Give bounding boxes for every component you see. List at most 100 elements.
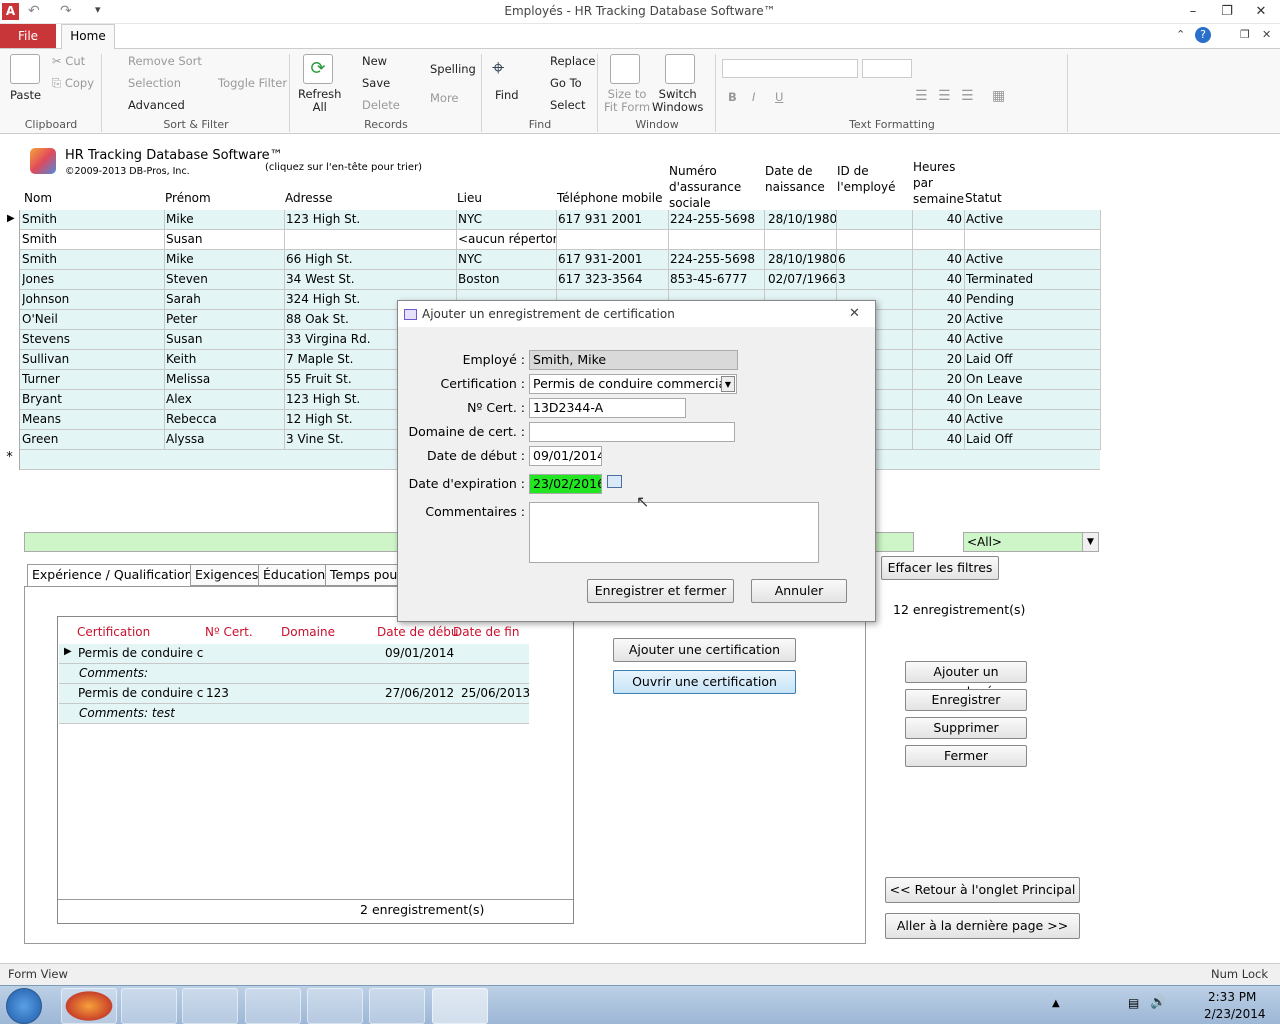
col-header-lieu[interactable]: Lieu: [457, 191, 482, 205]
align-left-icon[interactable]: ☰: [915, 88, 928, 104]
cell-prenom[interactable]: Mike: [166, 212, 284, 226]
dropdown-arrow-icon[interactable]: ▼: [721, 376, 735, 392]
cell-prenom[interactable]: Mike: [166, 252, 284, 266]
italic-button[interactable]: I: [752, 90, 755, 104]
cell-heures[interactable]: 20: [914, 352, 962, 366]
save-and-close-button[interactable]: Enregistrer et fermer: [587, 579, 734, 603]
expiration-date-field[interactable]: 23/02/2016: [529, 474, 602, 494]
row-selector[interactable]: [0, 390, 20, 410]
cell-heures[interactable]: 40: [914, 392, 962, 406]
col-header-prenom[interactable]: Prénom: [165, 191, 211, 205]
refresh-icon[interactable]: ⟳: [303, 54, 333, 84]
col-header-id[interactable]: ID de l'employé: [837, 163, 895, 195]
media-player-icon[interactable]: [182, 988, 238, 1024]
cell-prenom[interactable]: Peter: [166, 312, 284, 326]
col-header-heures[interactable]: Heures par semaine: [913, 159, 964, 207]
volume-icon[interactable]: 🔊: [1150, 995, 1166, 1010]
dialog-close-icon[interactable]: ✕: [849, 306, 860, 321]
cell-nom[interactable]: Turner: [22, 372, 162, 386]
clock-date[interactable]: 2/23/2014: [1204, 1007, 1266, 1021]
switch-windows-icon[interactable]: [665, 54, 695, 84]
cell-statut[interactable]: Laid Off: [966, 352, 1099, 366]
cell-prenom[interactable]: Keith: [166, 352, 284, 366]
align-center-icon[interactable]: ☰: [938, 88, 951, 104]
cell-statut[interactable]: Active: [966, 312, 1099, 326]
tab-file[interactable]: File: [0, 24, 56, 48]
delete-record-button[interactable]: Delete: [362, 98, 400, 112]
goto-button[interactable]: Go To: [550, 76, 582, 90]
cell-nom[interactable]: Means: [22, 412, 162, 426]
file-explorer-icon[interactable]: [121, 988, 177, 1024]
paste-icon[interactable]: [10, 54, 40, 84]
row-selector[interactable]: [0, 270, 20, 290]
select-button[interactable]: Select: [550, 98, 585, 112]
cell-dob[interactable]: 02/07/1966: [768, 272, 836, 286]
cell-nom[interactable]: Stevens: [22, 332, 162, 346]
more-button[interactable]: More: [430, 91, 459, 105]
align-right-icon[interactable]: ☰: [961, 88, 974, 104]
remove-sort-button[interactable]: Remove Sort: [128, 54, 202, 68]
employee-row[interactable]: Smith Susan <aucun répertori: [0, 230, 1101, 250]
row-selector[interactable]: [0, 410, 20, 430]
cell-statut[interactable]: Active: [966, 412, 1099, 426]
cell-prenom[interactable]: Susan: [166, 332, 284, 346]
cell-statut[interactable]: Active: [966, 252, 1099, 266]
tab-experience[interactable]: Expérience / Qualifications: [27, 564, 205, 586]
cert-domain-field[interactable]: [529, 422, 735, 442]
switch-windows-button[interactable]: Switch Windows: [652, 88, 703, 114]
gridlines-icon[interactable]: ▦: [992, 88, 1005, 104]
cell-adresse[interactable]: 66 High St.: [286, 252, 456, 266]
cell-lieu[interactable]: Boston: [458, 272, 556, 286]
ribbon-collapse-icon[interactable]: ⌃: [1176, 28, 1185, 41]
cell-ssn[interactable]: 224-255-5698: [670, 212, 764, 226]
close-window-button[interactable]: ✕: [1248, 2, 1274, 22]
row-selector[interactable]: [0, 290, 20, 310]
cell-heures[interactable]: 40: [914, 212, 962, 226]
row-selector[interactable]: [0, 350, 20, 370]
advanced-button[interactable]: Advanced: [128, 98, 185, 112]
cell-id[interactable]: 6: [838, 252, 912, 266]
employee-row[interactable]: ▶ Smith Mike 123 High St. NYC 617 931 2001 224…: [0, 210, 1101, 230]
cancel-button[interactable]: Annuler: [751, 579, 847, 603]
cert-start[interactable]: 27/06/2012: [385, 686, 454, 700]
tab-home[interactable]: Home: [61, 24, 115, 49]
new-record-button[interactable]: New: [362, 54, 387, 68]
save-button[interactable]: Enregistrer: [905, 689, 1027, 711]
tab-education[interactable]: Éducation: [258, 564, 331, 586]
open-certification-button[interactable]: Ouvrir une certification: [613, 670, 796, 694]
cell-prenom[interactable]: Steven: [166, 272, 284, 286]
save-record-button[interactable]: Save: [362, 76, 390, 90]
last-page-button[interactable]: Aller à la dernière page >>: [885, 913, 1080, 939]
cert-name[interactable]: Permis de conduire cc: [78, 686, 204, 700]
tab-exigences[interactable]: Exigences: [190, 564, 264, 586]
start-date-field[interactable]: 09/01/2014: [529, 446, 602, 466]
tab-temps[interactable]: Temps pour: [325, 564, 408, 586]
cell-heures[interactable]: 40: [914, 332, 962, 346]
cert-comments[interactable]: Comments:: [79, 666, 148, 680]
cell-tel[interactable]: 617 931 2001: [558, 212, 668, 226]
cell-heures[interactable]: 40: [914, 432, 962, 446]
restore-button[interactable]: ❐: [1214, 2, 1240, 22]
size-to-fit-button[interactable]: Size to Fit Form: [604, 88, 650, 114]
col-header-nom[interactable]: Nom: [24, 191, 52, 205]
underline-button[interactable]: U: [775, 90, 783, 104]
close-doc-icon[interactable]: ✕: [1262, 28, 1271, 41]
clear-filters-button[interactable]: Effacer les filtres: [881, 556, 999, 580]
cell-heures[interactable]: 40: [914, 272, 962, 286]
cell-nom[interactable]: Green: [22, 432, 162, 446]
binoculars-icon[interactable]: ⌖: [492, 56, 504, 81]
cell-prenom[interactable]: Susan: [166, 232, 284, 246]
cell-tel[interactable]: 617 931-2001: [558, 252, 668, 266]
cell-statut[interactable]: Active: [966, 332, 1099, 346]
cert-name[interactable]: Permis de conduire cc: [78, 646, 204, 660]
cert-comments-row[interactable]: Comments: test: [59, 704, 529, 724]
infinity-app-icon[interactable]: [369, 988, 425, 1024]
col-header-dob[interactable]: Date de naissance: [765, 163, 825, 195]
cell-lieu[interactable]: NYC: [458, 212, 556, 226]
cell-nom[interactable]: Johnson: [22, 292, 162, 306]
gimp-icon[interactable]: [245, 988, 301, 1024]
cell-heures[interactable]: 40: [914, 412, 962, 426]
show-hidden-icons-icon[interactable]: ▲: [1052, 998, 1060, 1009]
cert-end[interactable]: 25/06/2013: [461, 686, 530, 700]
cert-col-fin[interactable]: Date de fin: [453, 625, 519, 639]
